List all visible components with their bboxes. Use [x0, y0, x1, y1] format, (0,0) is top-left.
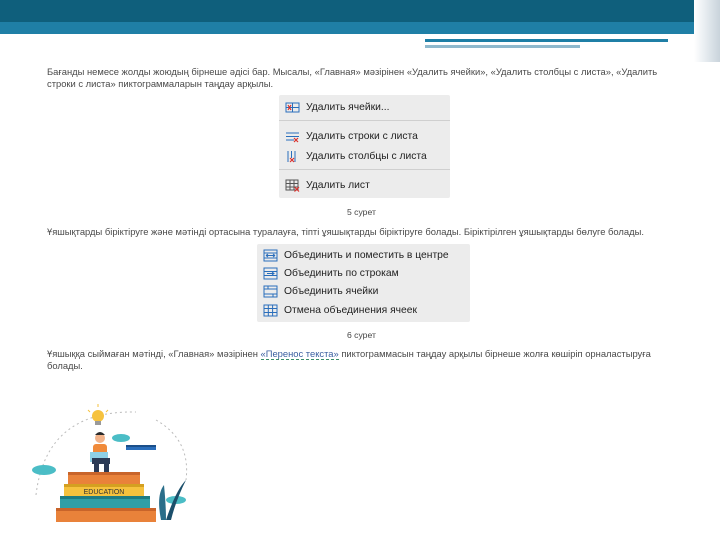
- merge-cells-icon: [263, 285, 278, 297]
- delete-sheet-icon: [285, 179, 300, 192]
- menu-item-delete-sheet[interactable]: Удалить лист: [279, 176, 370, 194]
- menu-item-label: Объединить по строкам: [284, 267, 399, 279]
- books-stack: [56, 472, 156, 522]
- header-band: [0, 0, 720, 22]
- paragraph-delete-methods: Бағанды немесе жолды жоюдың бірнеше әдіс…: [47, 66, 658, 89]
- paragraph-text: Ұяшыққа сыймаған мәтінді, «Главная» мәзі…: [47, 348, 261, 359]
- merge-center-icon: [263, 249, 278, 261]
- student-figure: [90, 432, 110, 472]
- menu-item-merge-cells[interactable]: Объединить ячейки: [257, 282, 378, 300]
- paragraph-wrap-text: Ұяшыққа сыймаған мәтінді, «Главная» мәзі…: [47, 348, 687, 372]
- merge-across-icon: [263, 267, 278, 279]
- figure-caption-6: 6 сурет: [347, 330, 376, 340]
- delete-columns-icon: [287, 150, 296, 162]
- menu-item-label: Удалить лист: [306, 179, 370, 191]
- header-band-secondary: [0, 22, 700, 34]
- book-label: EDUCATION: [84, 489, 125, 496]
- wrap-text-link[interactable]: «Перенос текста»: [260, 348, 339, 360]
- lightbulb-icon: [87, 404, 109, 425]
- menu-item-delete-columns[interactable]: Удалить столбцы с листа: [279, 147, 427, 165]
- delete-cells-icon: [285, 102, 300, 112]
- unmerge-cells-icon: [263, 304, 278, 316]
- menu-item-label: Отмена объединения ячеек: [284, 304, 417, 316]
- delete-rows-icon: [286, 132, 299, 142]
- menu-item-unmerge-cells[interactable]: Отмена объединения ячеек: [257, 301, 417, 319]
- paragraph-merge-cells: Ұяшықтарды біріктіруге және мәтінді орта…: [47, 226, 644, 237]
- menu-separator: [279, 120, 450, 121]
- corner-page-curl: [694, 0, 720, 62]
- menu-separator: [279, 169, 450, 170]
- merge-menu: Объединить и поместить в центре Объедини…: [257, 244, 470, 322]
- education-illustration: EDUCATION: [32, 404, 188, 522]
- menu-item-label: Удалить ячейки...: [306, 101, 390, 113]
- menu-item-label: Объединить и поместить в центре: [284, 249, 449, 261]
- menu-item-merge-across[interactable]: Объединить по строкам: [257, 264, 399, 282]
- menu-item-label: Удалить строки с листа: [306, 130, 418, 142]
- menu-item-label: Объединить ячейки: [284, 285, 379, 297]
- decorative-line: [425, 39, 668, 42]
- figure-caption-5: 5 сурет: [347, 207, 376, 217]
- delete-menu: Удалить ячейки... Удалить строки с листа…: [279, 95, 450, 198]
- menu-item-delete-cells[interactable]: Удалить ячейки...: [279, 98, 389, 116]
- decorative-line-secondary: [425, 45, 580, 48]
- menu-item-delete-rows[interactable]: Удалить строки с листа: [279, 127, 418, 145]
- menu-item-merge-center[interactable]: Объединить и поместить в центре: [257, 246, 449, 264]
- menu-item-label: Удалить столбцы с листа: [306, 150, 427, 162]
